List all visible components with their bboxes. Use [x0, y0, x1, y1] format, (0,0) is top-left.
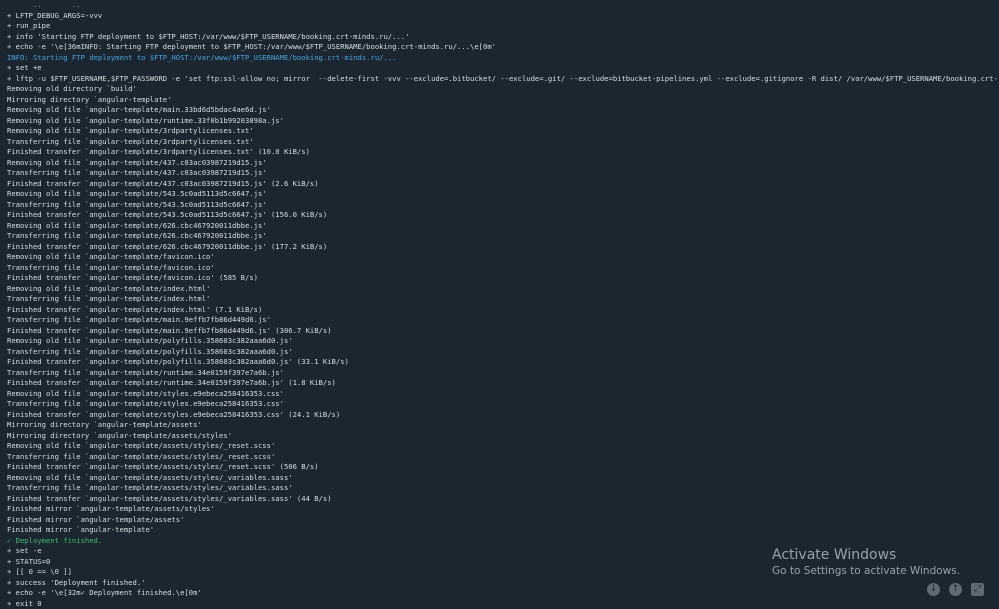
log-line: + echo -e '\e[32m✓ Deployment finished.\…	[7, 588, 997, 599]
log-line: Removing old file `angular-template/3rdp…	[7, 126, 997, 137]
log-line: Transferring file `angular-template/543.…	[7, 200, 997, 211]
log-line: Transferring file `angular-template/main…	[7, 315, 997, 326]
log-line: Finished transfer `angular-template/asse…	[7, 462, 997, 473]
log-line: Finished transfer `angular-template/inde…	[7, 305, 997, 316]
watermark-title: Activate Windows	[772, 546, 960, 564]
log-line: Removing old file `angular-template/poly…	[7, 336, 997, 347]
arrow-up-icon: ↑	[952, 584, 960, 594]
log-line: Removing old file `angular-template/437.…	[7, 158, 997, 169]
log-line: .. ..	[7, 0, 997, 11]
log-line: Finished transfer `angular-template/styl…	[7, 410, 997, 421]
expand-icon: ⤢	[974, 584, 981, 594]
log-line: Removing old file `angular-template/asse…	[7, 441, 997, 452]
log-controls: ↓ ↑ ⤢	[927, 583, 984, 596]
terminal-log: .. ..+ LFTP_DEBUG_ARGS=-vvv+ run_pipe+ i…	[7, 0, 997, 609]
log-line: Finished mirror `angular-template/assets…	[7, 515, 997, 526]
log-line: Transferring file `angular-template/poly…	[7, 347, 997, 358]
log-line: Removing old file `angular-template/runt…	[7, 116, 997, 127]
log-line: Transferring file `angular-template/favi…	[7, 263, 997, 274]
log-line: Mirroring directory `angular-template/as…	[7, 420, 997, 431]
log-line: Removing old file `angular-template/styl…	[7, 389, 997, 400]
log-line: + lftp -u $FTP_USERNAME,$FTP_PASSWORD -e…	[7, 74, 997, 85]
log-line: Mirroring directory `angular-template'	[7, 95, 997, 106]
log-line: Finished transfer `angular-template/main…	[7, 326, 997, 337]
log-line: Transferring file `angular-template/asse…	[7, 483, 997, 494]
log-line: Transferring file `angular-template/styl…	[7, 399, 997, 410]
scroll-down-button[interactable]: ↓	[927, 583, 940, 596]
log-line: Removing old file `angular-template/main…	[7, 105, 997, 116]
log-line: Finished transfer `angular-template/3rdp…	[7, 147, 997, 158]
log-line: Transferring file `angular-template/asse…	[7, 452, 997, 463]
log-line: + exit 0	[7, 599, 997, 609]
log-line: Finished transfer `angular-template/626.…	[7, 242, 997, 253]
log-line: Removing old directory `build'	[7, 84, 997, 95]
log-line: Removing old file `angular-template/inde…	[7, 284, 997, 295]
log-line: ✓ Deployment finished.	[7, 536, 997, 547]
fullscreen-button[interactable]: ⤢	[971, 583, 984, 596]
log-line: + success 'Deployment finished.'	[7, 578, 997, 589]
log-line: Removing old file `angular-template/626.…	[7, 221, 997, 232]
log-line: Finished transfer `angular-template/favi…	[7, 273, 997, 284]
log-line: Finished mirror `angular-template/assets…	[7, 504, 997, 515]
log-line: Transferring file `angular-template/inde…	[7, 294, 997, 305]
log-line: Transferring file `angular-template/626.…	[7, 231, 997, 242]
log-line: + echo -e '\e[36mINFO: Starting FTP depl…	[7, 42, 997, 53]
log-line: Removing old file `angular-template/favi…	[7, 252, 997, 263]
log-line: Finished transfer `angular-template/runt…	[7, 378, 997, 389]
log-line: + LFTP_DEBUG_ARGS=-vvv	[7, 11, 997, 22]
log-line: INFO: Starting FTP deployment to $FTP_HO…	[7, 53, 997, 64]
log-line: Finished transfer `angular-template/543.…	[7, 210, 997, 221]
log-line: + set +e	[7, 63, 997, 74]
log-line: Mirroring directory `angular-template/as…	[7, 431, 997, 442]
log-line: Removing old file `angular-template/543.…	[7, 189, 997, 200]
log-line: Finished mirror `angular-template'	[7, 525, 997, 536]
log-line: Finished transfer `angular-template/437.…	[7, 179, 997, 190]
watermark-subtitle: Go to Settings to activate Windows.	[772, 564, 960, 578]
log-line: Finished transfer `angular-template/asse…	[7, 494, 997, 505]
windows-activation-watermark: Activate Windows Go to Settings to activ…	[772, 546, 960, 578]
log-line: Finished transfer `angular-template/poly…	[7, 357, 997, 368]
log-line: + info 'Starting FTP deployment to $FTP_…	[7, 32, 997, 43]
log-line: Transferring file `angular-template/3rdp…	[7, 137, 997, 148]
log-line: Transferring file `angular-template/437.…	[7, 168, 997, 179]
scroll-up-button[interactable]: ↑	[949, 583, 962, 596]
log-line: + run_pipe	[7, 21, 997, 32]
log-line: Removing old file `angular-template/asse…	[7, 473, 997, 484]
log-line: Transferring file `angular-template/runt…	[7, 368, 997, 379]
arrow-down-icon: ↓	[930, 584, 938, 594]
